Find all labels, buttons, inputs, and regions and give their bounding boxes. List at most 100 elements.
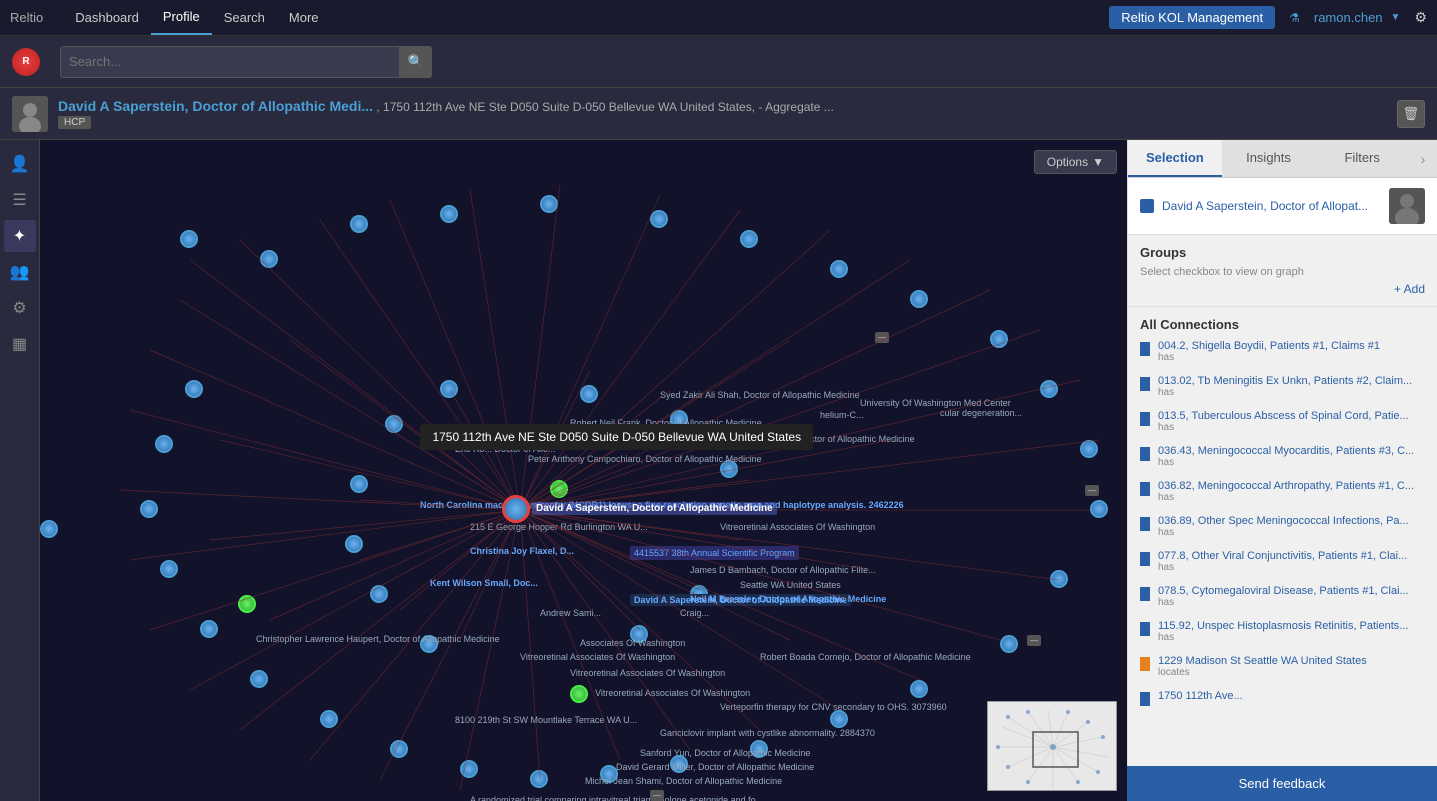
graph-node-inner-11[interactable]	[385, 415, 403, 433]
graph-node-30[interactable]	[185, 380, 203, 398]
graph-node-inner-8[interactable]	[370, 585, 388, 603]
search-input[interactable]	[60, 46, 400, 78]
graph-node-9[interactable]	[910, 290, 928, 308]
graph-node-16[interactable]	[910, 680, 928, 698]
nav-dashboard[interactable]: Dashboard	[63, 0, 151, 35]
graph-node-inner-4[interactable]	[40, 520, 58, 538]
list-item: 1229 Madison St Seattle WA United States…	[1140, 655, 1425, 684]
connection-name-8[interactable]: 078.5, Cytomegaloviral Disease, Patients…	[1158, 585, 1425, 597]
graph-node-11[interactable]	[1040, 380, 1058, 398]
nav-search[interactable]: Search	[212, 0, 277, 35]
connection-name-9[interactable]: 115.92, Unspec Histoplasmosis Retinitis,…	[1158, 620, 1425, 632]
connection-name-11[interactable]: 1750 112th Ave...	[1158, 690, 1425, 702]
tab-selection[interactable]: Selection	[1128, 140, 1222, 177]
tab-insights[interactable]: Insights	[1222, 140, 1316, 177]
label-vitreo3: Vitreoretinal Associates Of Washington	[570, 668, 725, 678]
connection-rel-5: has	[1158, 492, 1425, 503]
filter-icon[interactable]: ⚗	[1289, 11, 1300, 25]
list-item: 036.43, Meningococcal Myocarditis, Patie…	[1140, 445, 1425, 474]
user-menu[interactable]: ramon.chen	[1314, 10, 1383, 25]
graph-node-29[interactable]	[155, 435, 173, 453]
label-8100: 8100 219th St SW Mountlake Terrace WA U.…	[455, 715, 637, 725]
graph-node-27[interactable]	[160, 560, 178, 578]
badge-2: —	[1085, 485, 1099, 496]
nav-more[interactable]: More	[277, 0, 331, 35]
graph-node-15[interactable]	[1000, 635, 1018, 653]
graph-node-21[interactable]	[530, 770, 548, 788]
connection-flag-10	[1140, 657, 1150, 671]
center-node[interactable]	[502, 495, 530, 523]
connection-name-4[interactable]: 036.43, Meningococcal Myocarditis, Patie…	[1158, 445, 1425, 457]
graph-node-green-2[interactable]	[570, 685, 588, 703]
hcp-badge: HCP	[58, 116, 91, 129]
graph-node-2[interactable]	[260, 250, 278, 268]
list-item: 036.89, Other Spec Meningococcal Infecti…	[1140, 515, 1425, 544]
connection-name-10[interactable]: 1229 Madison St Seattle WA United States	[1158, 655, 1425, 667]
sidebar-icon-person[interactable]: 👤	[4, 148, 36, 180]
graph-node-25[interactable]	[250, 670, 268, 688]
graph-node-22[interactable]	[460, 760, 478, 778]
graph-node-inner-12[interactable]	[440, 380, 458, 398]
list-item: 004.2, Shigella Boydii, Patients #1, Cla…	[1140, 340, 1425, 369]
user-dropdown-arrow[interactable]: ▼	[1391, 12, 1401, 23]
nav-logo: Reltio	[10, 10, 43, 25]
connection-name-6[interactable]: 036.89, Other Spec Meningococcal Infecti…	[1158, 515, 1425, 527]
graph-node-4[interactable]	[440, 205, 458, 223]
connection-name-7[interactable]: 077.8, Other Viral Conjunctivitis, Patie…	[1158, 550, 1425, 562]
feedback-bar[interactable]: Send feedback	[1127, 766, 1437, 801]
graph-area: Options ▼ 1750 112th Ave NE Ste D050 Sui…	[40, 140, 1127, 801]
connection-rel-9: has	[1158, 632, 1425, 643]
options-button[interactable]: Options ▼	[1034, 150, 1117, 174]
profile-address: , 1750 112th Ave NE Ste D050 Suite D-050…	[376, 100, 833, 114]
label-4415537: 4415537 38th Annual Scientific Program	[630, 546, 799, 560]
list-item: 1750 112th Ave...	[1140, 690, 1425, 712]
label-george: 215 E George Hopper Rd Burlington WA U..…	[470, 522, 648, 532]
connection-flag-9	[1140, 622, 1150, 636]
connection-name-1[interactable]: 004.2, Shigella Boydii, Patients #1, Cla…	[1158, 340, 1425, 352]
graph-node-5[interactable]	[540, 195, 558, 213]
graph-node-1[interactable]	[180, 230, 198, 248]
panel-expand-arrow[interactable]: ›	[1409, 140, 1437, 177]
graph-node-inner-9[interactable]	[345, 535, 363, 553]
label-helium: helium-C...	[820, 410, 864, 420]
delete-button[interactable]: 🗑	[1397, 100, 1425, 128]
connection-flag-11	[1140, 692, 1150, 706]
search-bar-row: R 🔍	[0, 36, 1437, 88]
connection-name-5[interactable]: 036.82, Meningococcal Arthropathy, Patie…	[1158, 480, 1425, 492]
connection-info-2: 013.02, Tb Meningitis Ex Unkn, Patients …	[1158, 375, 1425, 398]
graph-node-14[interactable]	[1050, 570, 1068, 588]
graph-node-12[interactable]	[1080, 440, 1098, 458]
sidebar-icon-table[interactable]: ▦	[4, 328, 36, 360]
add-group-link[interactable]: + Add	[1140, 282, 1425, 296]
graph-node-6[interactable]	[650, 210, 668, 228]
graph-node-8[interactable]	[830, 260, 848, 278]
graph-node-7[interactable]	[740, 230, 758, 248]
graph-node-28[interactable]	[140, 500, 158, 518]
graph-node-green-3[interactable]	[238, 595, 256, 613]
label-bambach: James D Bambach, Doctor of Allopathic Fi…	[690, 565, 876, 575]
graph-node-3[interactable]	[350, 215, 368, 233]
graph-node-23[interactable]	[390, 740, 408, 758]
connection-name-3[interactable]: 013.5, Tuberculous Abscess of Spinal Cor…	[1158, 410, 1425, 422]
graph-node-17[interactable]	[830, 710, 848, 728]
sidebar-icon-graph[interactable]: ✦	[4, 220, 36, 252]
label-randomized: A randomized trial comparing intravitrea…	[470, 795, 763, 801]
nav-profile[interactable]: Profile	[151, 0, 212, 35]
graph-node-green-1[interactable]	[550, 480, 568, 498]
label-andrew: Andrew Sami...	[540, 608, 601, 618]
sidebar-icon-list[interactable]: ☰	[4, 184, 36, 216]
sidebar-icon-hierarchy[interactable]: ⚙	[4, 292, 36, 324]
search-button[interactable]: 🔍	[400, 46, 432, 78]
list-item: 078.5, Cytomegaloviral Disease, Patients…	[1140, 585, 1425, 614]
graph-node-10[interactable]	[990, 330, 1008, 348]
connection-flag-2	[1140, 377, 1150, 391]
graph-node-inner-1[interactable]	[580, 385, 598, 403]
graph-node-inner-10[interactable]	[350, 475, 368, 493]
sidebar-icon-people[interactable]: 👥	[4, 256, 36, 288]
connection-name-2[interactable]: 013.02, Tb Meningitis Ex Unkn, Patients …	[1158, 375, 1425, 387]
graph-node-26[interactable]	[200, 620, 218, 638]
graph-node-24[interactable]	[320, 710, 338, 728]
tab-filters[interactable]: Filters	[1315, 140, 1409, 177]
graph-node-13[interactable]	[1090, 500, 1108, 518]
settings-icon[interactable]: ⚙	[1414, 9, 1427, 26]
